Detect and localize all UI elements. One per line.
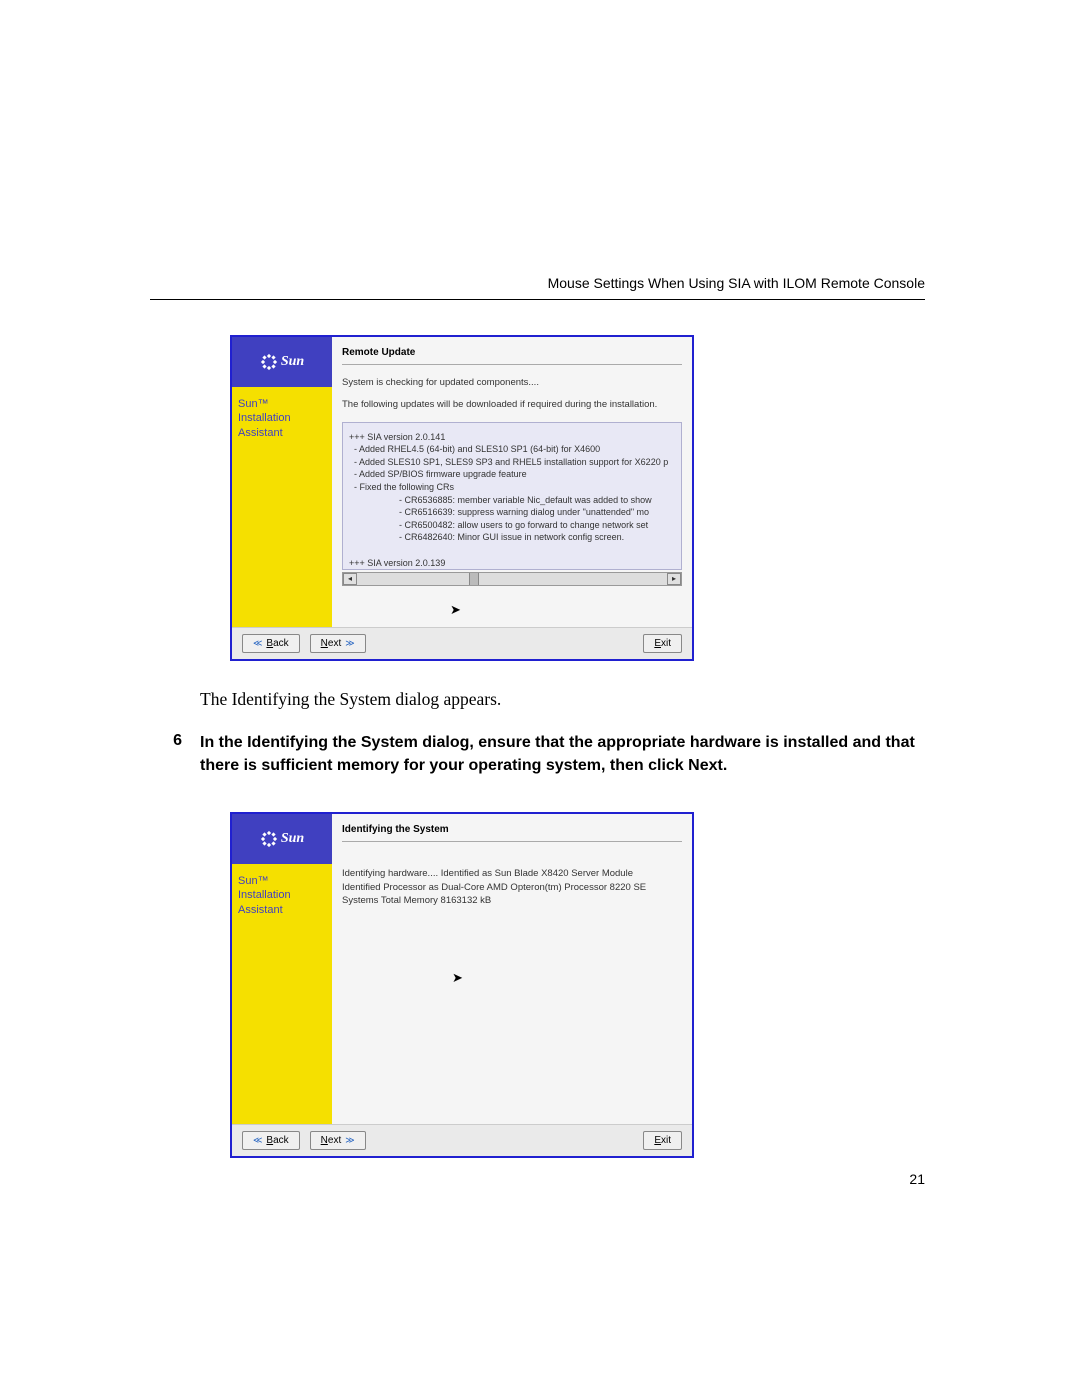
sun-logo-text: Sun: [281, 354, 304, 370]
step-number: 6: [150, 732, 200, 777]
dialog-title: Remote Update: [342, 347, 682, 365]
scroll-right-button[interactable]: ▸: [667, 573, 681, 585]
next-button[interactable]: Next≫Next: [310, 634, 366, 653]
sun-logo: Sun: [232, 337, 332, 387]
horizontal-scrollbar[interactable]: ◂ ▸: [342, 572, 682, 586]
status-text-2: The following updates will be downloaded…: [342, 399, 682, 411]
status-text-1: System is checking for updated component…: [342, 377, 682, 389]
sidebar-product-name: Sun™ Installation Assistant: [238, 397, 326, 440]
dialog-footer: ≪BBackack Next≫Next ExitExit: [232, 627, 692, 659]
page-number: 21: [909, 1171, 925, 1187]
exit-button[interactable]: ExitExit: [643, 634, 682, 653]
update-log-box[interactable]: +++ SIA version 2.0.141 - Added RHEL4.5 …: [342, 422, 682, 570]
caption-text: The Identifying the System dialog appear…: [200, 686, 925, 712]
sidebar-product-name: Sun™ Installation Assistant: [238, 874, 326, 917]
sun-logo: Sun: [232, 814, 332, 864]
exit-button[interactable]: ExitExit: [643, 1131, 682, 1150]
cursor-icon: ➤: [452, 969, 463, 987]
header-divider: [150, 299, 925, 300]
dialog-title: Identifying the System: [342, 824, 682, 842]
scroll-thumb[interactable]: [469, 573, 479, 585]
step-6: 6 In the Identifying the System dialog, …: [150, 732, 925, 777]
cursor-icon: ➤: [450, 602, 461, 618]
sia-sidebar: Sun Sun™ Installation Assistant: [232, 814, 332, 1124]
sia-sidebar: Sun Sun™ Installation Assistant: [232, 337, 332, 627]
dialog-footer: ≪BackBack Next≫Next ExitExit: [232, 1124, 692, 1156]
sia-main-pane: Identifying the System Identifying hardw…: [332, 814, 692, 1124]
running-header: Mouse Settings When Using SIA with ILOM …: [150, 275, 925, 291]
next-button[interactable]: Next≫Next: [310, 1131, 366, 1150]
scroll-track[interactable]: [357, 573, 667, 585]
step-instruction: In the Identifying the System dialog, en…: [200, 732, 925, 777]
identify-output: Identifying hardware.... Identified as S…: [342, 854, 682, 1084]
sun-logo-text: Sun: [281, 831, 304, 847]
sia-main-pane: Remote Update System is checking for upd…: [332, 337, 692, 627]
back-button[interactable]: ≪BackBack: [242, 1131, 300, 1150]
back-button[interactable]: ≪BBackack: [242, 634, 300, 653]
identifying-system-screenshot: Sun Sun™ Installation Assistant Identify…: [230, 812, 925, 1158]
remote-update-screenshot: Sun Sun™ Installation Assistant Remote U…: [230, 335, 925, 661]
identify-text: Identifying hardware.... Identified as S…: [342, 868, 646, 906]
scroll-left-button[interactable]: ◂: [343, 573, 357, 585]
